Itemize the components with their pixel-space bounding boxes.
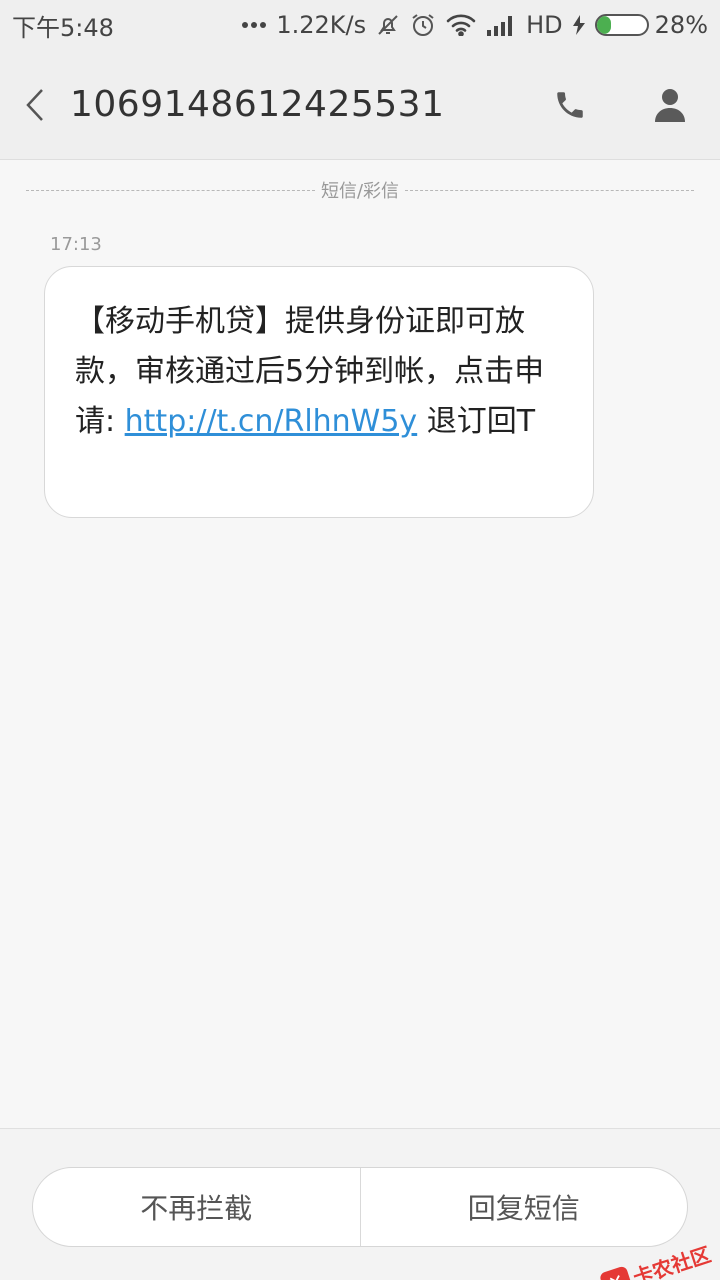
message-bubble[interactable]: 【移动手机贷】提供身份证即可放款，审核通过后5分钟到帐，点击申请: http:/…	[44, 266, 594, 518]
message-list[interactable]: 短信/彩信 17:13 【移动手机贷】提供身份证即可放款，审核通过后5分钟到帐，…	[0, 160, 720, 1128]
page-title: 1069148612425531	[70, 84, 445, 125]
status-time: 下午5:48	[12, 13, 114, 42]
phone-icon	[557, 91, 583, 118]
reply-button[interactable]: 回复短信	[361, 1168, 688, 1246]
divider-line-left	[26, 189, 315, 191]
unblock-button[interactable]: 不再拦截	[33, 1168, 360, 1246]
call-button[interactable]	[520, 50, 620, 160]
battery-percent: 28%	[654, 11, 708, 39]
dots-icon	[242, 21, 267, 29]
action-group: 不再拦截 回复短信	[32, 1167, 688, 1247]
battery-fill	[596, 16, 611, 34]
wifi-icon	[446, 14, 476, 36]
back-chevron-icon	[26, 88, 43, 121]
battery-icon	[594, 14, 649, 36]
message-text-tail: 退订回T	[417, 404, 536, 439]
conversation-header: 1069148612425531	[0, 50, 720, 160]
status-bar: 下午5:48 1.22K/s HD 28%	[0, 0, 720, 50]
mute-bell-icon	[376, 13, 400, 37]
net-speed: 1.22K/s	[276, 11, 367, 39]
watermark-logo-icon: ✕	[598, 1264, 634, 1280]
contact-person-icon	[655, 88, 685, 122]
contact-button[interactable]	[620, 50, 720, 160]
divider-line-right	[405, 189, 695, 191]
network-type: HD	[526, 11, 563, 39]
message-type-divider: 短信/彩信	[26, 178, 695, 202]
message-link[interactable]: http://t.cn/RlhnW5y	[125, 404, 418, 439]
alarm-icon	[410, 12, 436, 38]
divider-label: 短信/彩信	[320, 181, 400, 202]
signal-icon	[486, 14, 516, 36]
charging-icon	[572, 15, 585, 35]
battery: 28%	[594, 11, 708, 39]
bottom-action-bar: 不再拦截 回复短信 ✕ 卡农社区	[0, 1128, 720, 1280]
back-button[interactable]	[0, 50, 70, 160]
message-timestamp: 17:13	[50, 234, 102, 255]
